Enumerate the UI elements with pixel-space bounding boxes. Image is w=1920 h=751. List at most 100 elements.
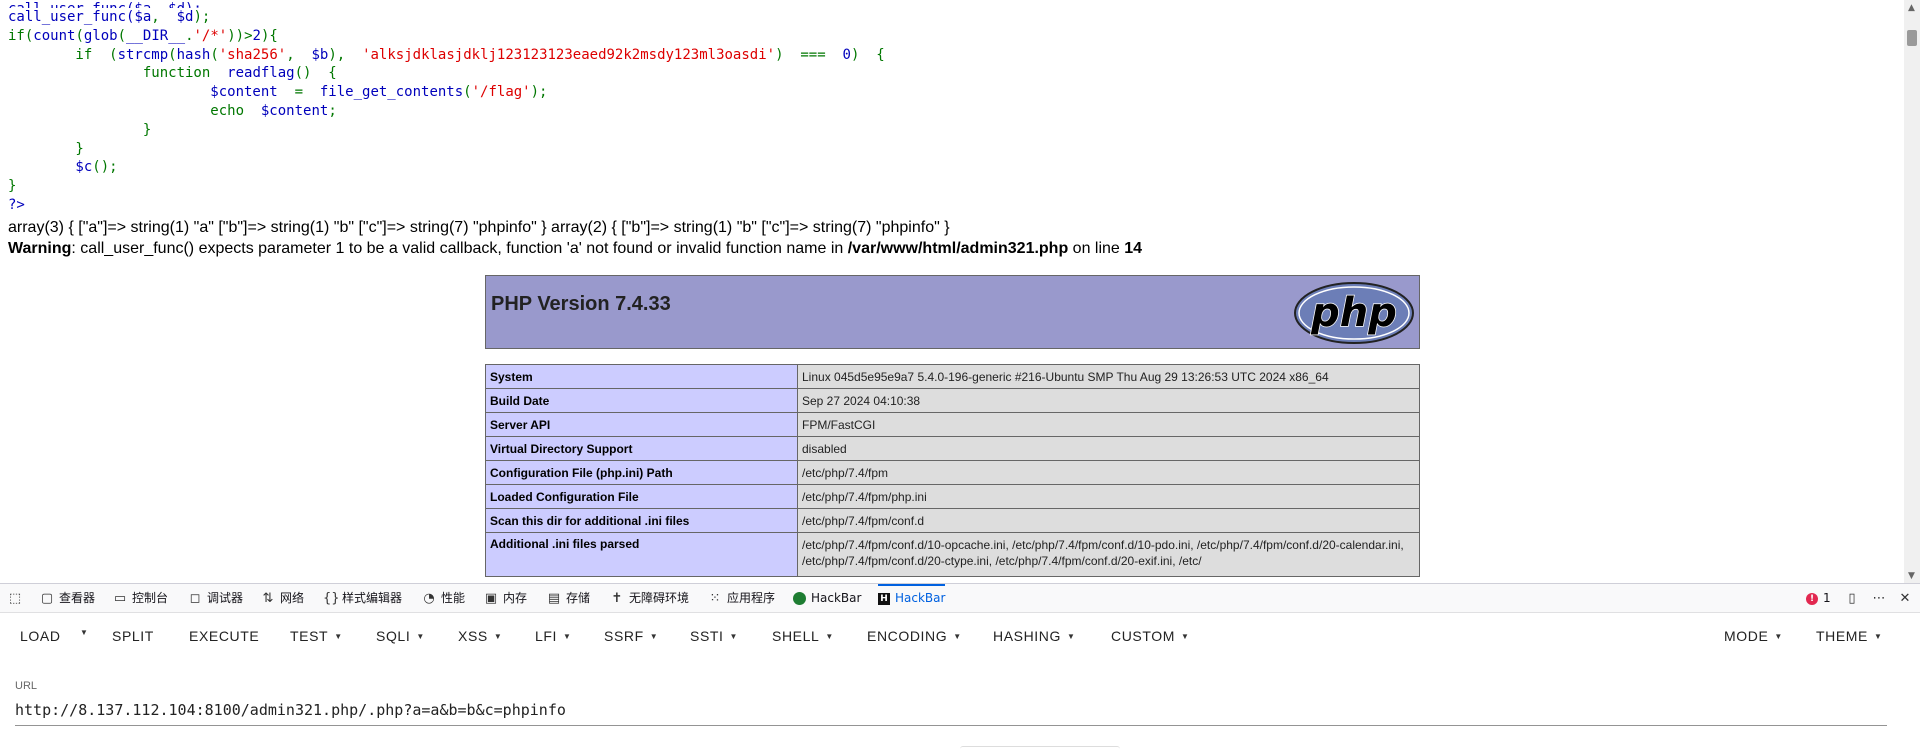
tab-performance[interactable]: ◔ 性能 <box>422 584 465 613</box>
accessibility-icon: ✝ <box>611 591 623 606</box>
array-dump-line: array(3) { ["a"]=> string(1) "a" ["b"]=>… <box>8 219 950 236</box>
gauge-icon: ◔ <box>423 591 435 606</box>
tab-application[interactable]: ⁙ 应用程序 <box>708 584 775 613</box>
split-button[interactable]: SPLIT <box>112 628 154 644</box>
phpinfo-table: System Linux 045d5e95e9a7 5.4.0-196-gener… <box>485 364 1420 577</box>
load-button[interactable]: LOAD <box>20 628 61 644</box>
info-key: Configuration File (php.ini) Path <box>485 460 798 485</box>
element-picker-icon: ⬚ <box>8 591 22 606</box>
chevron-down-icon: ▼ <box>416 631 425 641</box>
info-value: /etc/php/7.4/fpm <box>797 460 1420 485</box>
chevron-down-icon: ▼ <box>563 631 572 641</box>
chevron-down-icon: ▼ <box>1181 631 1190 641</box>
ssrf-menu[interactable]: SSRF ▼ <box>604 628 658 644</box>
element-picker-button[interactable]: ⬚ <box>8 584 22 613</box>
tab-console[interactable]: ▭ 控制台 <box>113 584 168 613</box>
table-row: Loaded Configuration File/etc/php/7.4/fp… <box>485 484 1420 509</box>
scroll-up-arrow-icon[interactable]: ▲ <box>1908 3 1915 13</box>
info-key: Scan this dir for additional .ini files <box>485 508 798 533</box>
code-line: $c(); <box>8 159 118 176</box>
mode-menu[interactable]: MODE ▼ <box>1724 628 1783 644</box>
table-row: Virtual Directory Support disabled <box>485 436 1420 461</box>
more-options-button[interactable]: ⋯ <box>1872 584 1886 613</box>
table-row: System Linux 045d5e95e9a7 5.4.0-196-gener… <box>485 364 1420 389</box>
tab-hackbar-2[interactable]: H HackBar <box>878 584 946 613</box>
shell-menu[interactable]: SHELL ▼ <box>772 628 834 644</box>
sqli-menu[interactable]: SQLI ▼ <box>376 628 425 644</box>
code-line: call_user_func($a, $d); <box>8 9 211 25</box>
code-line: } <box>8 178 17 195</box>
tab-inspector[interactable]: ▢ 查看器 <box>40 584 95 613</box>
error-counter[interactable]: ! 1 <box>1806 584 1831 613</box>
code-line: ?> <box>8 196 25 213</box>
tab-accessibility[interactable]: ✝ 无障碍环境 <box>610 584 689 613</box>
close-icon: ✕ <box>1899 591 1911 606</box>
info-value: /etc/php/7.4/fpm/conf.d <box>797 508 1420 533</box>
devtools-tabbar: ⬚ ▢ 查看器 ▭ 控制台 ◻ 调试器 ⇅ 网络 {} 样式编辑器 ◔ 性能 ▣ 内存 ▤ 存储… <box>0 583 1920 613</box>
application-grid-icon: ⁙ <box>709 591 721 606</box>
chevron-down-icon: ▼ <box>334 631 343 641</box>
code-line: } <box>8 121 152 138</box>
info-value: disabled <box>797 436 1420 461</box>
dock-icon: ▯ <box>1848 591 1856 606</box>
execute-button[interactable]: EXECUTE <box>189 628 259 644</box>
close-devtools-button[interactable]: ✕ <box>1898 584 1912 613</box>
page-content: call_user_func($a, $d);call_user_func($a… <box>0 0 1904 583</box>
more-dots-icon: ⋯ <box>1872 591 1886 606</box>
phpinfo-header: PHP Version 7.4.33 php <box>485 275 1420 349</box>
tab-network[interactable]: ⇅ 网络 <box>261 584 304 613</box>
info-key: Server API <box>485 412 798 437</box>
chevron-down-icon: ▼ <box>493 631 503 641</box>
hackbar-green-icon <box>793 592 806 605</box>
php-logo[interactable]: php <box>1293 281 1415 345</box>
phpinfo-panel: PHP Version 7.4.33 php System Linux 045d5… <box>485 275 1420 577</box>
tab-debugger[interactable]: ◻ 调试器 <box>188 584 243 613</box>
code-line: function readflag() { <box>8 65 337 82</box>
source-cut-line: call_user_func($a, $d); <box>8 0 885 8</box>
tab-memory[interactable]: ▣ 内存 <box>484 584 527 613</box>
info-key: Build Date <box>485 388 798 413</box>
network-icon: ⇅ <box>262 591 274 606</box>
page-scrollbar[interactable]: ▲ ▼ <box>1904 0 1920 583</box>
load-dropdown-button[interactable]: ▼ <box>80 628 89 637</box>
svg-text:php: php <box>1310 290 1397 336</box>
hackbar-h-icon: H <box>878 592 890 605</box>
scrollbar-thumb[interactable] <box>1907 30 1917 46</box>
panel-resize-handle[interactable] <box>960 746 1120 751</box>
info-key: Loaded Configuration File <box>485 484 798 509</box>
tab-style-editor[interactable]: {} 样式编辑器 <box>323 584 402 613</box>
custom-menu[interactable]: CUSTOM ▼ <box>1111 628 1190 644</box>
info-key: Virtual Directory Support <box>485 436 798 461</box>
error-icon: ! <box>1806 592 1818 605</box>
ssti-menu[interactable]: SSTI ▼ <box>690 628 738 644</box>
tab-storage[interactable]: ▤ 存储 <box>547 584 590 613</box>
encoding-menu[interactable]: ENCODING ▼ <box>867 628 962 644</box>
memory-icon: ▣ <box>484 591 498 606</box>
braces-icon: {} <box>323 591 340 606</box>
tab-hackbar-1[interactable]: HackBar <box>793 584 861 613</box>
php-version-title: PHP Version 7.4.33 <box>491 293 671 315</box>
chevron-down-icon: ▼ <box>649 631 659 641</box>
dock-toggle-button[interactable]: ▯ <box>1845 584 1859 613</box>
info-value: Linux 045d5e95e9a7 5.4.0-196-generic #21… <box>797 364 1420 389</box>
theme-menu[interactable]: THEME ▼ <box>1816 628 1883 644</box>
code-line: echo $content; <box>8 102 337 119</box>
info-value: Sep 27 2024 04:10:38 <box>797 388 1420 413</box>
url-input[interactable]: http://8.137.112.104:8100/admin321.php/.… <box>15 699 1887 726</box>
info-value: /etc/php/7.4/fpm/conf.d/10-opcache.ini, … <box>797 532 1420 577</box>
scroll-down-arrow-icon[interactable]: ▼ <box>1908 571 1915 581</box>
code-line: } <box>8 140 84 157</box>
test-menu[interactable]: TEST ▼ <box>290 628 343 644</box>
code-line: if (strcmp(hash('sha256', $b), 'alksjdkl… <box>8 46 885 63</box>
lfi-menu[interactable]: LFI ▼ <box>535 628 572 644</box>
chevron-down-icon: ▼ <box>953 631 962 641</box>
inspector-icon: ▢ <box>40 591 54 606</box>
info-value: /etc/php/7.4/fpm/php.ini <box>797 484 1420 509</box>
table-row: Server API FPM/FastCGI <box>485 412 1420 437</box>
chevron-down-icon: ▼ <box>1874 631 1883 641</box>
info-key: System <box>485 364 798 389</box>
php-source-code: call_user_func($a, $d);call_user_func($a… <box>8 0 885 215</box>
hashing-menu[interactable]: HASHING ▼ <box>993 628 1076 644</box>
xss-menu[interactable]: XSS ▼ <box>458 628 502 644</box>
hackbar-menu: LOAD ▼ SPLIT EXECUTE TEST ▼ SQLI ▼ XSS ▼ LF… <box>0 613 1920 661</box>
